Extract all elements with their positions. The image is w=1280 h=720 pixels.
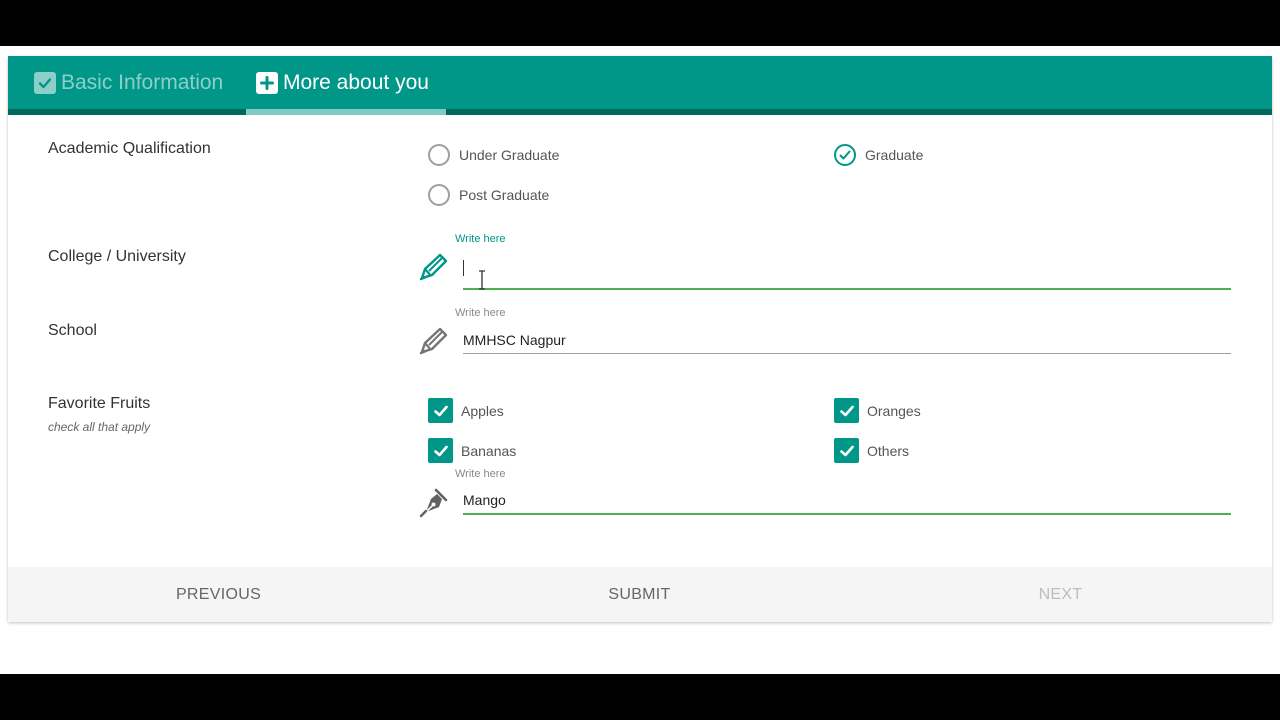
- radio-label: Graduate: [865, 147, 924, 163]
- checkbox-oranges[interactable]: Oranges: [834, 398, 921, 423]
- favorite-fruits-label: Favorite Fruits: [48, 395, 151, 412]
- next-button[interactable]: NEXT: [850, 567, 1271, 622]
- checkbox-bananas[interactable]: Bananas: [428, 438, 516, 463]
- form-card: Basic Information More about you Academi…: [8, 56, 1272, 622]
- active-tab-indicator: [246, 109, 446, 115]
- checkbox-label: Oranges: [867, 402, 921, 419]
- checkbox-others[interactable]: Others: [834, 438, 909, 463]
- tab-label: More about you: [283, 70, 429, 94]
- text-caret: [463, 260, 464, 276]
- tab-more-about-you[interactable]: More about you: [256, 56, 429, 109]
- checkbox-label: Others: [867, 442, 910, 459]
- tab-basic-information[interactable]: Basic Information: [34, 56, 223, 109]
- radio-unchecked-icon: [428, 184, 450, 206]
- checkbox-checked-icon: [834, 398, 859, 423]
- checkbox-label: Apples: [461, 402, 504, 419]
- college-university-input[interactable]: [463, 262, 1231, 290]
- school-label: School: [48, 322, 97, 339]
- radio-graduate[interactable]: Graduate: [834, 144, 923, 166]
- college-field-hint: Write here: [455, 233, 506, 245]
- other-fruit-input[interactable]: [463, 487, 1231, 515]
- plus-box-icon: [256, 71, 278, 94]
- radio-post-graduate[interactable]: Post Graduate: [428, 184, 549, 206]
- page-area: Basic Information More about you Academi…: [0, 46, 1280, 674]
- radio-unchecked-icon: [428, 144, 450, 166]
- checkbox-check-icon: [34, 71, 56, 94]
- checkbox-checked-icon: [428, 438, 453, 463]
- checkbox-label: Bananas: [461, 442, 517, 459]
- previous-button[interactable]: PREVIOUS: [8, 567, 429, 622]
- favorite-fruits-sublabel: check all that apply: [48, 420, 151, 434]
- pencil-icon: [419, 253, 448, 281]
- checkbox-apples[interactable]: Apples: [428, 398, 504, 423]
- tab-label: Basic Information: [61, 70, 224, 94]
- form-footer: PREVIOUS SUBMIT NEXT: [8, 567, 1272, 622]
- other-fruit-field-hint: Write here: [455, 468, 506, 480]
- college-university-label: College / University: [48, 248, 186, 265]
- radio-checked-icon: [834, 144, 856, 166]
- radio-under-graduate[interactable]: Under Graduate: [428, 144, 559, 166]
- radio-label: Under Graduate: [459, 147, 560, 163]
- academic-qualification-label: Academic Qualification: [48, 140, 211, 157]
- submit-button[interactable]: SUBMIT: [429, 567, 850, 622]
- pen-nib-icon: [419, 488, 448, 518]
- school-field-hint: Write here: [455, 307, 506, 319]
- checkbox-checked-icon: [834, 438, 859, 463]
- radio-label: Post Graduate: [459, 187, 550, 203]
- tab-bar: Basic Information More about you: [8, 56, 1272, 115]
- school-input[interactable]: [463, 326, 1231, 354]
- checkbox-checked-icon: [428, 398, 453, 423]
- pencil-icon: [419, 327, 448, 355]
- ibeam-cursor-icon: [479, 270, 485, 290]
